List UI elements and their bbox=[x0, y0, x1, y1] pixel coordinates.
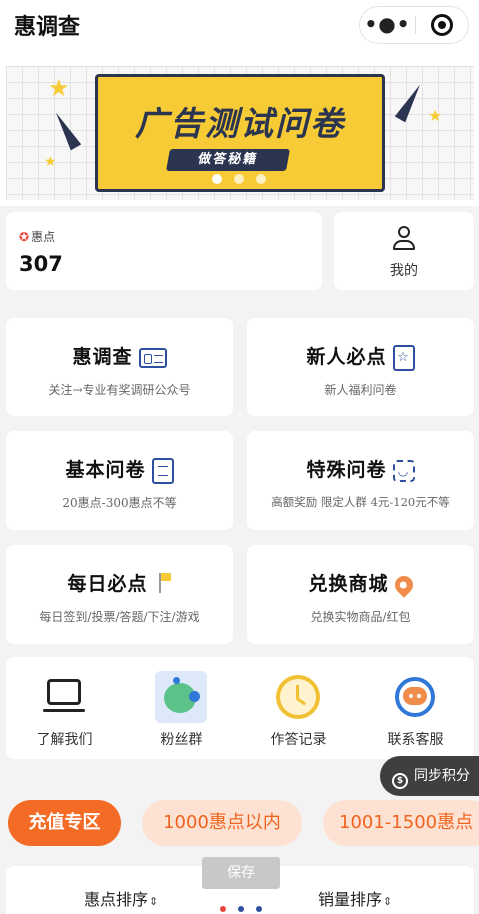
tile-hui-survey[interactable]: 惠调查 关注→专业有奖调研公众号 bbox=[6, 318, 233, 416]
category-tab-1001-1500[interactable]: 1001-1500惠点 bbox=[323, 800, 479, 846]
tile-exchange-mall[interactable]: 兑换商城 兑换实物商品/红包 bbox=[247, 545, 474, 644]
tile-title: 基本问卷 bbox=[6, 455, 233, 484]
carousel-indicator bbox=[212, 174, 272, 186]
quick-label: 作答记录 bbox=[270, 732, 327, 748]
loading-dots bbox=[218, 906, 268, 914]
category-tab-recharge[interactable]: 充值专区 bbox=[8, 800, 121, 846]
loading-dot bbox=[256, 906, 262, 912]
tile-daily-must[interactable]: 每日必点 每日签到/投票/答题/下注/游戏 bbox=[6, 545, 233, 644]
points-icon: ✪ bbox=[19, 230, 30, 244]
tile-subtitle: 高额奖励 限定人群 4元-120元不等 bbox=[271, 495, 450, 509]
tile-subtitle: 每日签到/投票/答题/下注/游戏 bbox=[39, 610, 200, 624]
points-label: 惠点 bbox=[31, 230, 56, 244]
more-menu-icon[interactable]: •●• bbox=[360, 7, 415, 43]
category-tab-under-1000[interactable]: 1000惠点以内 bbox=[142, 800, 302, 846]
capsule-divider bbox=[415, 16, 416, 34]
sort-arrow-icon: ⇕ bbox=[383, 895, 393, 908]
laptop-icon bbox=[38, 671, 90, 723]
save-button[interactable]: 保存 bbox=[202, 857, 280, 889]
quick-links: 了解我们 粉丝群 作答记录 联系客服 bbox=[6, 657, 474, 759]
tile-title: 每日必点 bbox=[6, 569, 233, 597]
star-decoration-icon: ★ bbox=[48, 74, 70, 102]
flag-icon bbox=[154, 572, 172, 597]
sync-icon: $ bbox=[392, 773, 408, 789]
mine-button[interactable]: 我的 bbox=[334, 212, 474, 290]
points-card[interactable]: ✪ 惠点 307 bbox=[6, 212, 322, 290]
loading-dot bbox=[220, 906, 226, 912]
top-navigation-bar: 惠调查 •●• bbox=[0, 0, 479, 50]
sort-by-points-button[interactable]: 惠点排序⇕ bbox=[84, 886, 158, 910]
sort-label: 惠点排序 bbox=[84, 890, 149, 909]
quick-label: 粉丝群 bbox=[160, 732, 203, 748]
app-title: 惠调查 bbox=[14, 15, 81, 40]
miniprogram-capsule: •●• bbox=[359, 6, 469, 44]
tile-subtitle: 20惠点-300惠点不等 bbox=[62, 496, 177, 510]
mine-label: 我的 bbox=[390, 263, 418, 279]
clock-icon bbox=[272, 671, 324, 723]
star-decoration-icon: ★ bbox=[44, 154, 57, 170]
tile-subtitle: 兑换实物商品/红包 bbox=[310, 610, 411, 624]
carousel-dot[interactable] bbox=[256, 174, 266, 184]
tile-newcomer[interactable]: 新人必点 ☆ 新人福利问卷 bbox=[247, 318, 474, 416]
tile-special-survey[interactable]: 特殊问卷 ◡ 高额奖励 限定人群 4元-120元不等 bbox=[247, 431, 474, 530]
banner-carousel[interactable]: ★ ★ ★ 广告测试问卷 做答秘籍 bbox=[0, 50, 479, 206]
location-pin-icon bbox=[390, 571, 417, 598]
tile-title: 兑换商城 bbox=[247, 569, 474, 598]
fans-group-icon bbox=[155, 671, 207, 723]
points-label-row: ✪ 惠点 bbox=[19, 228, 55, 245]
carousel-dot[interactable] bbox=[234, 174, 244, 184]
tile-subtitle: 关注→专业有奖调研公众号 bbox=[48, 383, 191, 397]
tile-basic-survey[interactable]: 基本问卷 20惠点-300惠点不等 bbox=[6, 431, 233, 530]
star-doc-icon: ☆ bbox=[392, 344, 415, 371]
star-decoration-icon: ★ bbox=[428, 106, 443, 125]
customer-service-icon bbox=[389, 671, 441, 723]
document-icon bbox=[151, 457, 174, 484]
tile-title: 新人必点 ☆ bbox=[247, 342, 474, 371]
face-scan-icon: ◡ bbox=[392, 459, 415, 482]
loading-dot bbox=[238, 906, 244, 912]
carousel-dot[interactable] bbox=[212, 174, 222, 184]
id-card-icon bbox=[138, 347, 167, 368]
banner-title: 广告测试问卷 bbox=[135, 104, 345, 143]
tile-title: 特殊问卷 ◡ bbox=[247, 455, 474, 482]
points-value: 307 bbox=[19, 252, 63, 276]
sort-arrow-icon: ⇕ bbox=[149, 895, 159, 908]
sort-label: 销量排序 bbox=[318, 890, 383, 909]
quick-answer-history[interactable]: 作答记录 bbox=[240, 657, 357, 759]
quick-label: 了解我们 bbox=[36, 732, 93, 748]
quick-customer-service[interactable]: 联系客服 bbox=[357, 657, 474, 759]
quick-about-us[interactable]: 了解我们 bbox=[6, 657, 123, 759]
user-icon bbox=[392, 226, 416, 252]
sync-points-button[interactable]: $ 同步积分 bbox=[380, 756, 479, 796]
banner-tag: 做答秘籍 bbox=[166, 149, 290, 171]
close-miniprogram-icon[interactable] bbox=[431, 14, 453, 36]
sync-label: 同步积分 bbox=[414, 768, 470, 784]
tile-subtitle: 新人福利问卷 bbox=[324, 383, 397, 397]
tile-title: 惠调查 bbox=[6, 342, 233, 369]
sort-by-sales-button[interactable]: 销量排序⇕ bbox=[318, 886, 392, 910]
quick-label: 联系客服 bbox=[387, 732, 444, 748]
quick-fans-group[interactable]: 粉丝群 bbox=[123, 657, 240, 759]
